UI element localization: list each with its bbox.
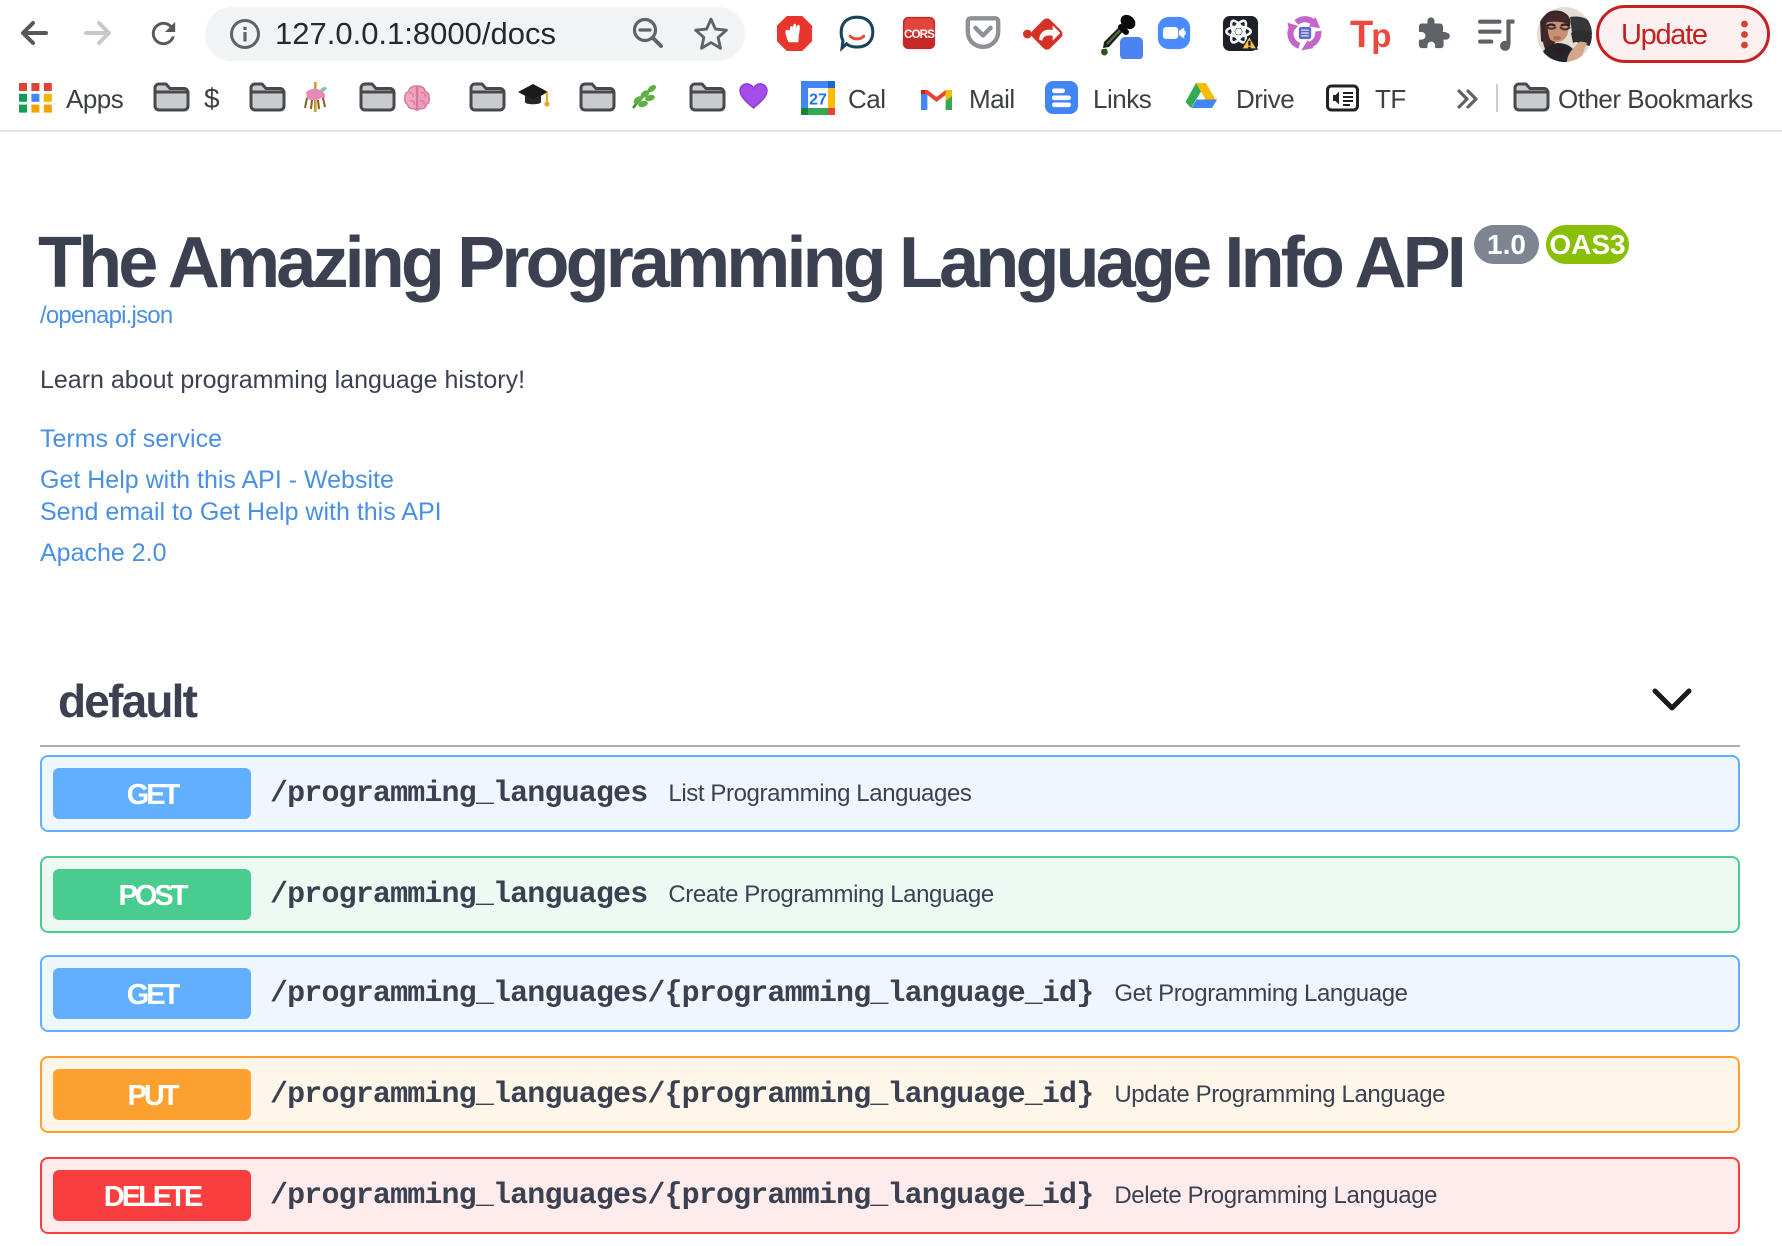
svg-text:27: 27 — [809, 92, 827, 109]
